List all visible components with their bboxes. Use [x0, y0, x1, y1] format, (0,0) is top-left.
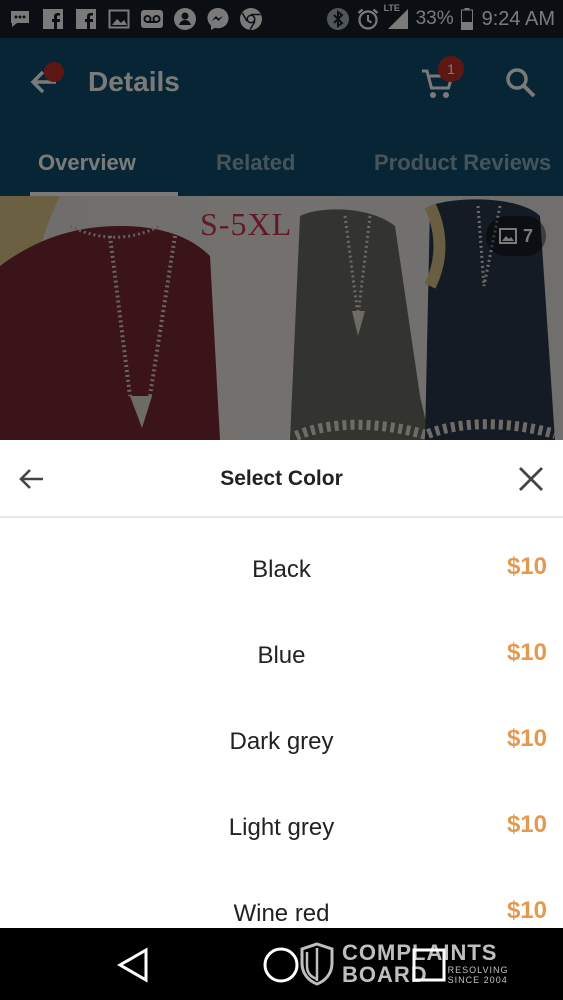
nav-back-icon[interactable] — [114, 946, 152, 984]
battery-percent: 33% — [415, 8, 454, 29]
option-price: $10 — [506, 639, 547, 666]
search-icon[interactable] — [502, 64, 538, 100]
size-range-text: S-5XL — [200, 206, 293, 242]
option-price: $10 — [506, 725, 547, 752]
toolbar: Details 1 — [0, 38, 563, 126]
voicemail-icon — [140, 7, 164, 31]
option-name: Blue — [257, 642, 306, 669]
nav-home-icon[interactable] — [262, 946, 300, 984]
image-count-badge[interactable]: 7 — [486, 216, 546, 256]
option-price: $10 — [506, 553, 547, 580]
notification-dot — [44, 62, 64, 82]
color-option-dark-grey[interactable]: Dark grey $10 — [0, 725, 563, 814]
status-bar: LTE 33% 9:24 AM — [0, 0, 563, 38]
watermark-line-2: BOARD — [342, 962, 428, 987]
system-nav-bar: COMPLAINTS BOARD RESOLVING SINCE 2004 — [0, 928, 563, 1000]
messenger-icon — [173, 7, 197, 31]
color-option-wine-red[interactable]: Wine red $10 — [0, 897, 563, 928]
facebook-icon — [74, 7, 98, 31]
tab-bar: Overview Related Product Reviews — [0, 138, 563, 196]
option-name: Wine red — [233, 900, 330, 927]
messenger-icon — [206, 7, 230, 31]
sheet-header: Select Color — [0, 440, 563, 518]
system-status: LTE 33% 9:24 AM — [326, 3, 555, 31]
network-type: LTE — [383, 3, 400, 13]
color-option-black[interactable]: Black $10 — [0, 553, 563, 642]
color-option-light-grey[interactable]: Light grey $10 — [0, 811, 563, 900]
tab-related[interactable]: Related — [216, 150, 295, 176]
option-name: Dark grey — [229, 728, 334, 755]
app-bar: Details 1 Overview Related Product Revie… — [0, 38, 563, 196]
notification-icons — [8, 7, 263, 31]
product-image-carousel[interactable]: S-5XL 7 — [0, 196, 563, 440]
battery-icon — [460, 7, 474, 31]
watermark-line-1: COMPLAINTS — [342, 940, 498, 965]
alarm-icon — [356, 7, 380, 31]
clock: 9:24 AM — [481, 7, 555, 30]
page-title: Details — [88, 66, 180, 97]
message-icon — [8, 7, 32, 31]
shield-logo-icon — [300, 942, 334, 986]
option-price: $10 — [506, 897, 547, 924]
watermark-tagline-2: SINCE 2004 — [447, 975, 508, 986]
option-name: Light grey — [228, 814, 335, 841]
image-icon — [107, 7, 131, 31]
tab-product-reviews[interactable]: Product Reviews — [374, 150, 551, 176]
signal-icon: LTE — [384, 3, 410, 31]
image-count: 7 — [522, 225, 533, 246]
option-price: $10 — [506, 811, 547, 838]
complaints-board-watermark: COMPLAINTS BOARD RESOLVING SINCE 2004 — [300, 934, 509, 994]
sheet-title: Select Color — [220, 467, 343, 490]
cart-count-badge: 1 — [438, 56, 464, 82]
facebook-icon — [41, 7, 65, 31]
close-icon[interactable] — [516, 464, 546, 494]
gallery-icon — [498, 228, 517, 244]
chrome-icon — [239, 7, 263, 31]
select-color-sheet: Select Color Black $10 Blue $10 Dark gre… — [0, 440, 563, 928]
option-name: Black — [252, 556, 311, 583]
bluetooth-icon — [326, 7, 350, 31]
color-option-blue[interactable]: Blue $10 — [0, 639, 563, 728]
tab-overview[interactable]: Overview — [38, 150, 136, 176]
